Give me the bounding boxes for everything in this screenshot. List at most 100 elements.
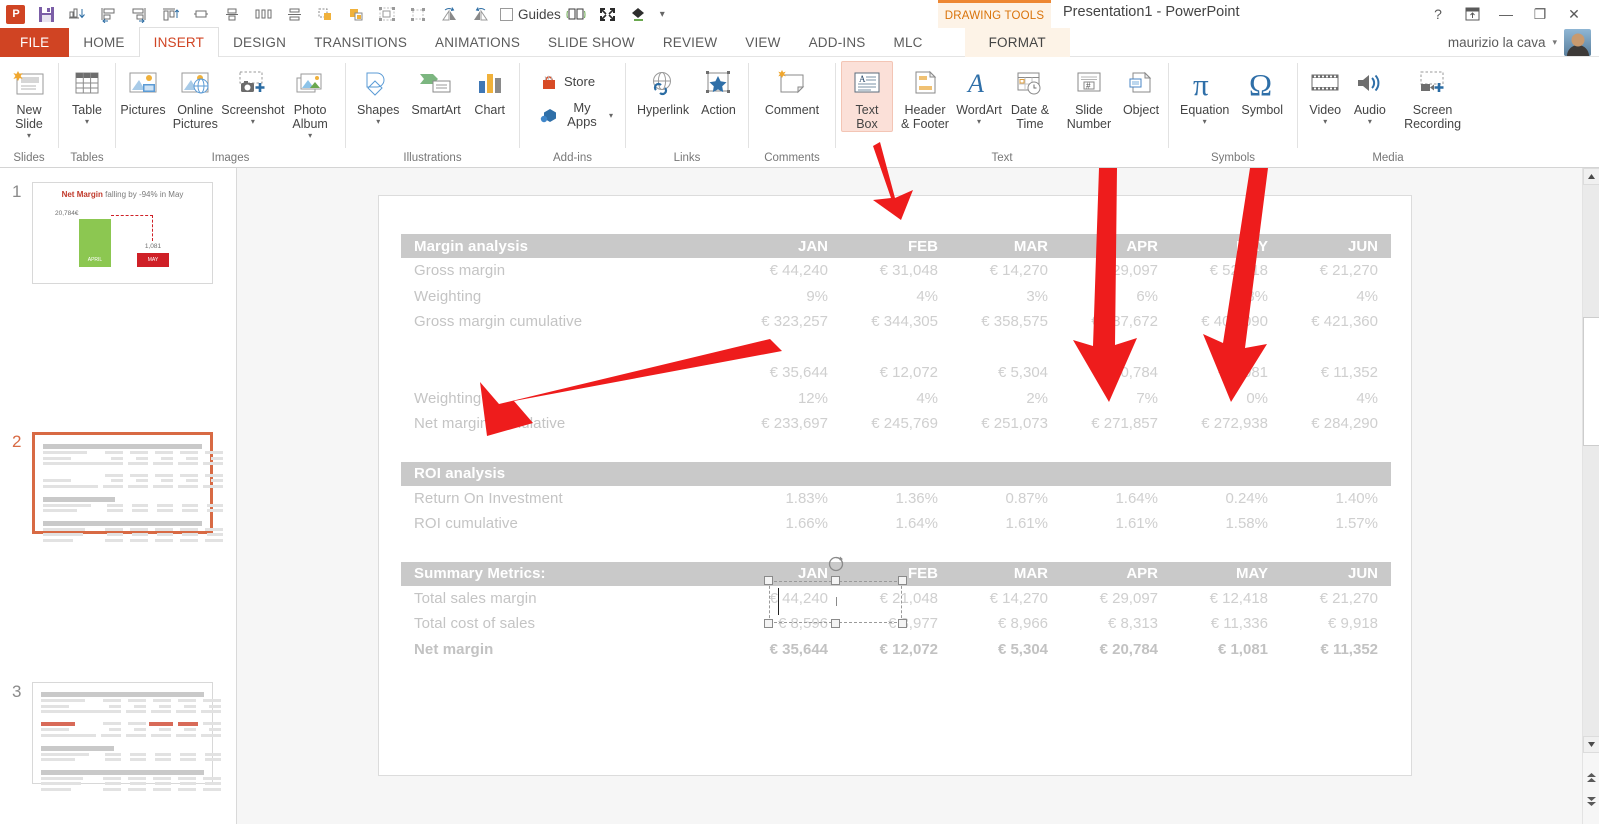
my-apps-button[interactable]: My Apps ▾ [532,97,620,133]
screen-recording-button[interactable]: Screen Recording [1392,61,1473,132]
smartart-button[interactable]: SmartArt [405,61,466,118]
resize-handle-nw[interactable] [764,576,773,585]
tab-transitions[interactable]: TRANSITIONS [300,28,421,57]
tab-insert[interactable]: INSERT [138,27,220,57]
restore-button[interactable]: ❐ [1523,0,1557,28]
tab-review[interactable]: REVIEW [649,28,731,57]
chevron-down-icon[interactable]: ▾ [1368,118,1372,126]
photo-album-button[interactable]: Photo Album ▾ [280,61,340,141]
flip-horizontal-icon[interactable] [434,0,465,28]
chevron-down-icon[interactable]: ▾ [1203,118,1207,126]
tab-add-ins[interactable]: ADD-INS [795,28,880,57]
distribute-horizontal-icon[interactable] [248,0,279,28]
align-left-icon[interactable] [93,0,124,28]
avatar[interactable] [1564,29,1591,56]
tab-mlc[interactable]: MLC [880,28,937,57]
shapes-button[interactable]: Shapes ▾ [351,61,405,127]
resize-handle-n[interactable] [830,576,840,585]
online-pictures-button[interactable]: Online Pictures [165,61,226,132]
chart-button[interactable]: Chart [467,61,513,118]
audio-button[interactable]: Audio ▾ [1348,61,1393,127]
chevron-down-icon[interactable]: ▾ [251,118,255,126]
customize-qat-button[interactable]: ▾ [654,9,671,20]
send-backward-icon[interactable] [341,0,372,28]
account-area[interactable]: maurizio la cava ▾ [1448,28,1591,57]
tab-view[interactable]: VIEW [731,28,794,57]
tab-format[interactable]: FORMAT [964,28,1070,57]
new-slide-button[interactable]: New Slide ▾ [5,61,53,141]
save-icon[interactable] [31,0,62,28]
chevron-down-icon[interactable]: ▾ [85,118,89,126]
symbol-button[interactable]: Ω Symbol [1235,61,1289,118]
align-distribute-icon[interactable] [62,0,93,28]
guides-checkbox[interactable]: Guides [500,0,561,28]
tab-file[interactable]: FILE [0,28,70,57]
hyperlink-button[interactable]: Hyperlink [631,61,695,118]
close-button[interactable]: ✕ [1557,0,1591,28]
thumbnail-row-2[interactable]: 2 [0,418,236,543]
help-button[interactable]: ? [1421,0,1455,28]
tab-animations[interactable]: ANIMATIONS [421,28,534,57]
tab-design[interactable]: DESIGN [219,28,300,57]
header-footer-button[interactable]: Header & Footer [893,61,957,132]
comment-button[interactable]: Comment [759,61,825,118]
ungroup-icon[interactable] [403,0,434,28]
bring-forward-icon[interactable] [310,0,341,28]
align-middle-icon[interactable] [186,0,217,28]
wordart-button[interactable]: A WordArt ▾ [956,61,1002,127]
align-top-icon[interactable] [155,0,186,28]
slide-thumbnail-2[interactable] [32,432,223,542]
next-slide-button[interactable] [1583,792,1599,812]
distribute-vertical-icon[interactable] [279,0,310,28]
scroll-down-button[interactable] [1583,736,1599,753]
fit-to-window-icon[interactable] [592,0,623,28]
flip-vertical-icon[interactable] [465,0,496,28]
slide-number-button[interactable]: # Slide Number [1059,61,1119,132]
tab-slide-show[interactable]: SLIDE SHOW [534,28,649,57]
align-right-icon[interactable] [124,0,155,28]
scroll-track-lower[interactable] [1583,446,1599,736]
text-box-button[interactable]: A Text Box [841,61,893,132]
compare-side-by-side-icon[interactable] [561,0,592,28]
minimize-button[interactable]: — [1489,0,1523,28]
current-slide[interactable]: Margin analysis JAN FEB MAR APR MAY JUN … [378,195,1412,776]
chevron-down-icon[interactable]: ▾ [27,132,31,140]
chevron-down-icon[interactable]: ▾ [1552,37,1557,48]
slide-thumbnail-pane[interactable]: 1 Net Margin falling by -94% in May 20,7… [0,168,237,824]
chevron-down-icon[interactable]: ▾ [609,111,613,120]
resize-handle-sw[interactable] [764,619,773,628]
thumbnail-row-3[interactable]: 3 [0,668,236,793]
date-time-button[interactable]: Date & Time [1001,61,1059,132]
tab-home[interactable]: HOME [69,28,138,57]
resize-handle-ne[interactable] [898,576,907,585]
group-icon[interactable] [372,0,403,28]
thumbnail-row-1[interactable]: 1 Net Margin falling by -94% in May 20,7… [0,168,236,293]
guides-checkbox-box[interactable] [500,7,513,21]
chevron-down-icon[interactable]: ▾ [977,118,981,126]
format-painter-icon[interactable] [623,0,654,28]
object-button[interactable]: Object [1119,61,1163,118]
scroll-track-upper[interactable] [1583,185,1599,317]
video-button[interactable]: Video ▾ [1303,61,1348,127]
pictures-button[interactable]: Pictures [120,61,166,118]
ribbon-display-options-button[interactable] [1455,0,1489,28]
chevron-down-icon[interactable]: ▾ [308,132,312,140]
screenshot-button[interactable]: Screenshot ▾ [221,61,284,127]
chevron-down-icon[interactable]: ▾ [376,118,380,126]
equation-button[interactable]: π Equation ▾ [1174,61,1235,127]
scroll-up-button[interactable] [1583,168,1599,185]
align-center-icon[interactable] [217,0,248,28]
inserted-text-box[interactable] [764,556,907,628]
scrollbar-thumb[interactable] [1583,317,1599,446]
chevron-down-icon[interactable]: ▾ [1323,118,1327,126]
action-button[interactable]: Action [695,61,742,118]
slide-thumbnail-3[interactable] [32,682,221,791]
previous-slide-button[interactable] [1583,768,1599,788]
store-button[interactable]: Store [532,67,602,97]
vertical-scrollbar[interactable] [1582,168,1599,824]
rotate-handle[interactable] [827,555,845,573]
resize-handle-s[interactable] [830,619,840,628]
resize-handle-se[interactable] [898,619,907,628]
slide-canvas-area[interactable]: Margin analysis JAN FEB MAR APR MAY JUN … [237,168,1599,824]
slide-thumbnail-1[interactable]: Net Margin falling by -94% in May 20,784… [32,182,213,284]
